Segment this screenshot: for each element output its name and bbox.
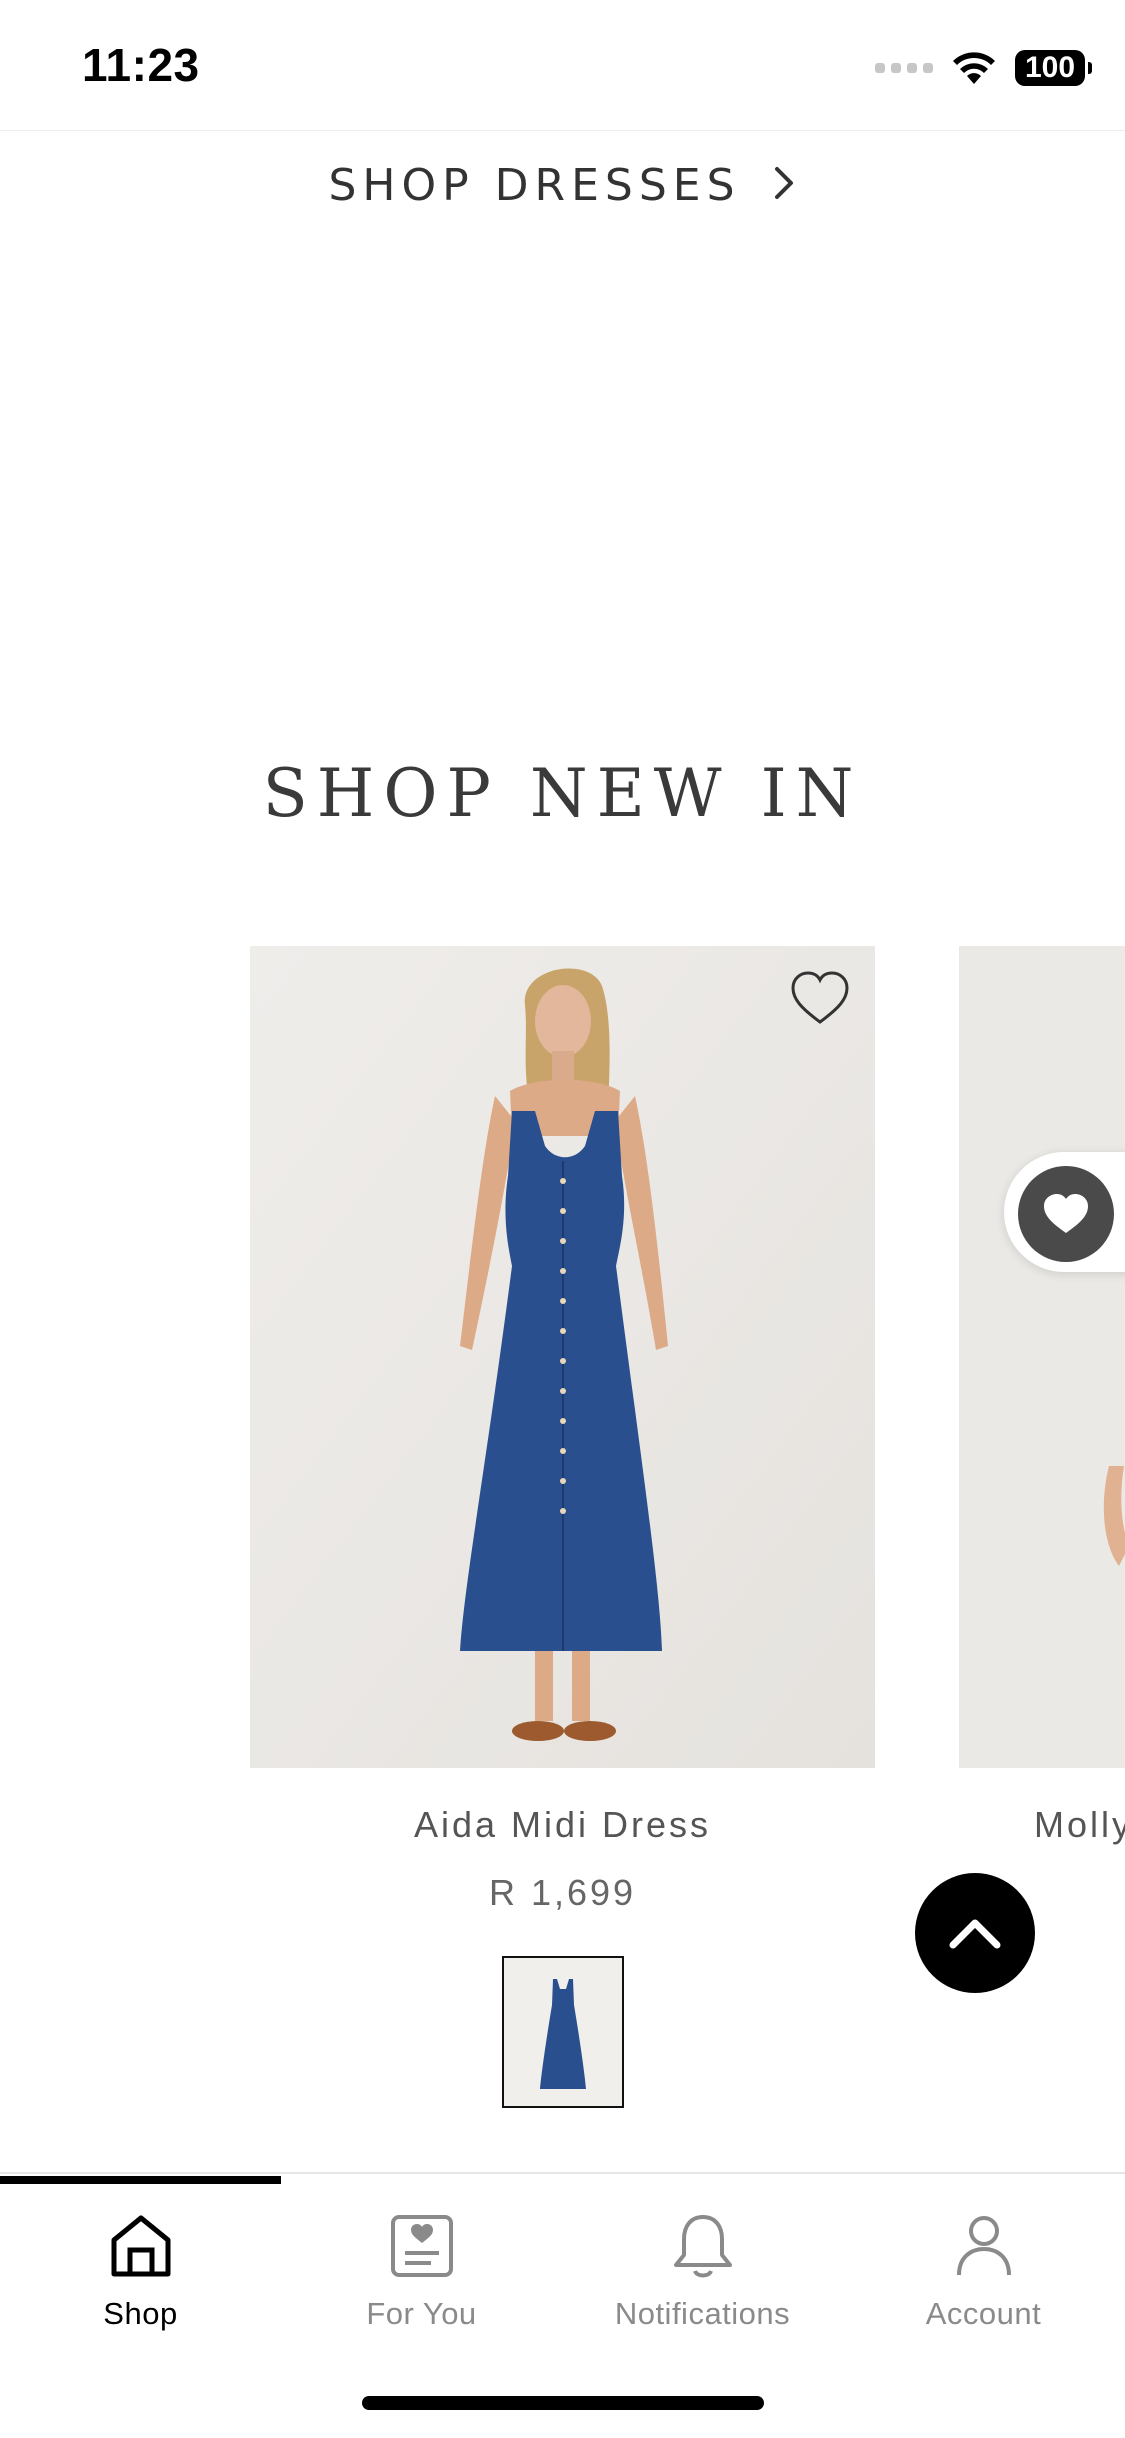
product-price: R 1,699 — [488, 1872, 637, 1913]
tab-label: Shop — [103, 2296, 178, 2331]
heart-outline-icon[interactable] — [787, 966, 853, 1032]
tab-for-you[interactable]: For You — [281, 2210, 562, 2340]
shop-dresses-label: SHOP DRESSES — [328, 160, 741, 211]
bell-icon — [667, 2210, 739, 2282]
wishlist-circle — [1018, 1166, 1114, 1262]
status-time: 11:23 — [82, 39, 200, 91]
tab-notifications[interactable]: Notifications — [562, 2210, 843, 2340]
status-indicators: 100 — [875, 46, 1092, 90]
product-photo-next — [959, 946, 1125, 1768]
product-name-next[interactable]: Molly — [1034, 1804, 1125, 1846]
color-swatch[interactable] — [502, 1956, 624, 2108]
active-tab-indicator — [0, 2176, 281, 2184]
battery-indicator: 100 — [1015, 50, 1092, 86]
chevron-right-icon — [771, 163, 797, 214]
shop-dresses-link[interactable]: SHOP DRESSES — [0, 160, 1125, 214]
home-indicator — [362, 2396, 764, 2410]
chevron-up-icon — [949, 1919, 1001, 1949]
product-image-next[interactable] — [959, 946, 1125, 1768]
tab-label: Notifications — [614, 2296, 791, 2331]
cellular-signal-icon — [875, 63, 933, 73]
tab-label: For You — [366, 2296, 477, 2331]
swatch-dress-thumbnail — [540, 1979, 586, 2089]
section-title: SHOP NEW IN — [262, 755, 863, 832]
home-icon — [105, 2210, 177, 2282]
tab-shop[interactable]: Shop — [0, 2210, 281, 2340]
scroll-to-top-button[interactable] — [915, 1873, 1035, 1993]
tab-account[interactable]: Account — [843, 2210, 1124, 2340]
wishlist-button[interactable] — [1004, 1152, 1125, 1272]
product-image[interactable] — [250, 946, 875, 1768]
heart-filled-icon — [1044, 1194, 1088, 1233]
account-icon — [948, 2210, 1020, 2282]
tab-label: Account — [925, 2296, 1042, 2331]
product-name[interactable]: Aida Midi Dress — [250, 1804, 875, 1846]
wifi-icon — [953, 52, 995, 84]
for-you-icon — [386, 2210, 458, 2282]
product-photo — [250, 946, 875, 1768]
